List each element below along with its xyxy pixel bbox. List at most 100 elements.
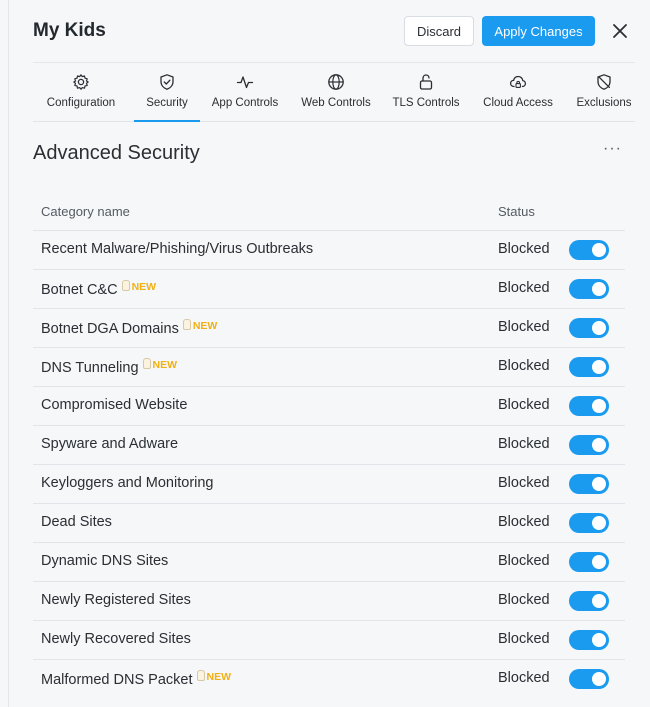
toggle-knob [592,516,606,530]
tab-web-controls[interactable]: Web Controls [293,63,379,121]
toggle-knob [592,282,606,296]
new-badge-label: NEW [152,359,178,371]
globe-icon [328,74,344,90]
category-name: Dynamic DNS Sites [41,553,169,569]
status-toggle[interactable] [569,396,609,416]
category-name-cell: Compromised Website [41,397,187,413]
table-row: Malformed DNS Packet NEW Blocked [33,660,625,698]
gear-icon [73,74,89,90]
status-toggle[interactable] [569,279,609,299]
status-text: Blocked [498,436,550,452]
table-row: Compromised Website Blocked [33,387,625,426]
close-icon [613,24,627,38]
table-header: Category name Status [33,192,625,231]
category-name: Newly Recovered Sites [41,631,191,647]
category-name: Spyware and Adware [41,436,179,452]
table-row: Keyloggers and Monitoring Blocked [33,465,625,504]
status-toggle[interactable] [569,474,609,494]
status-toggle[interactable] [569,591,609,611]
shield-check-icon [160,74,174,90]
status-text: Blocked [498,280,550,296]
hand-icon [196,670,205,681]
categories-table: Category name Status Recent Malware/Phis… [33,192,625,698]
category-name: Botnet DGA Domains [41,321,179,337]
tab-app-controls[interactable]: App Controls [205,63,285,121]
category-name-cell: Keyloggers and Monitoring [41,475,214,491]
table-row: Dead Sites Blocked [33,504,625,543]
status-text: Blocked [498,592,550,608]
tab-configuration[interactable]: Configuration [33,63,129,121]
status-toggle[interactable] [569,552,609,572]
tab-label: Exclusions [576,97,632,109]
toggle-knob [592,633,606,647]
new-badge: NEW [196,670,232,683]
category-name-cell: Newly Recovered Sites [41,631,191,647]
category-name: Malformed DNS Packet [41,672,193,688]
category-name-cell: Newly Registered Sites [41,592,191,608]
tab-label: Configuration [46,97,116,109]
category-name: Botnet C&C [41,282,118,298]
status-toggle[interactable] [569,435,609,455]
status-toggle[interactable] [569,318,609,338]
status-toggle[interactable] [569,240,609,260]
status-toggle[interactable] [569,669,609,689]
category-name-cell: Spyware and Adware [41,436,178,452]
status-text: Blocked [498,475,550,491]
new-badge: NEW [142,358,178,371]
panel-header: My Kids Discard Apply Changes [9,0,650,62]
table-row: DNS Tunneling NEW Blocked [33,348,625,387]
table-row: Newly Registered Sites Blocked [33,582,625,621]
toggle-knob [592,672,606,686]
category-name: DNS Tunneling [41,360,139,376]
category-name-cell: Dead Sites [41,514,112,530]
discard-button[interactable]: Discard [404,16,474,46]
apply-changes-button[interactable]: Apply Changes [482,16,595,46]
category-name: Compromised Website [41,397,188,413]
status-text: Blocked [498,319,550,335]
new-badge-label: NEW [206,671,232,683]
tab-security[interactable]: Security [134,63,200,122]
table-row: Spyware and Adware Blocked [33,426,625,465]
category-name: Dead Sites [41,514,112,530]
toggle-knob [592,321,606,335]
category-name: Recent Malware/Phishing/Virus Outbreaks [41,241,314,257]
tab-bar: Configuration Security App Controls Web … [33,62,635,122]
shield-off-icon [597,74,611,90]
toggle-knob [592,399,606,413]
hand-icon [121,280,130,291]
new-badge: NEW [121,280,157,293]
status-text: Blocked [498,358,550,374]
category-name-cell: Malformed DNS Packet NEW [41,670,231,688]
new-badge: NEW [182,319,217,332]
tab-exclusions[interactable]: Exclusions [569,63,639,121]
column-header-category: Category name [41,204,130,219]
new-badge-label: NEW [131,281,157,293]
tab-tls-controls[interactable]: TLS Controls [386,63,466,121]
tab-label: Security [146,97,188,109]
tab-label: Cloud Access [483,97,553,109]
status-toggle[interactable] [569,513,609,533]
status-text: Blocked [498,631,550,647]
tab-label: Web Controls [301,97,371,109]
toggle-knob [592,594,606,608]
hand-icon [182,319,191,330]
category-name-cell: Botnet C&C NEW [41,280,156,298]
status-toggle[interactable] [569,630,609,650]
toggle-knob [592,438,606,452]
status-text: Blocked [498,514,550,530]
policy-panel: My Kids Discard Apply Changes Configurat… [8,0,650,707]
tab-label: App Controls [211,97,279,109]
more-options-button[interactable]: ··· [603,140,622,158]
page-title: My Kids [33,20,106,41]
category-name-cell: Botnet DGA Domains NEW [41,319,217,337]
tab-cloud-access[interactable]: Cloud Access [475,63,561,121]
section-title: Advanced Security [33,142,200,164]
category-name: Keyloggers and Monitoring [41,475,214,491]
table-body: Recent Malware/Phishing/Virus Outbreaks B… [33,231,625,698]
close-button[interactable] [609,20,631,42]
status-text: Blocked [498,553,550,569]
status-toggle[interactable] [569,357,609,377]
lock-open-icon [419,74,433,90]
column-header-status: Status [498,204,535,219]
table-row: Newly Recovered Sites Blocked [33,621,625,660]
